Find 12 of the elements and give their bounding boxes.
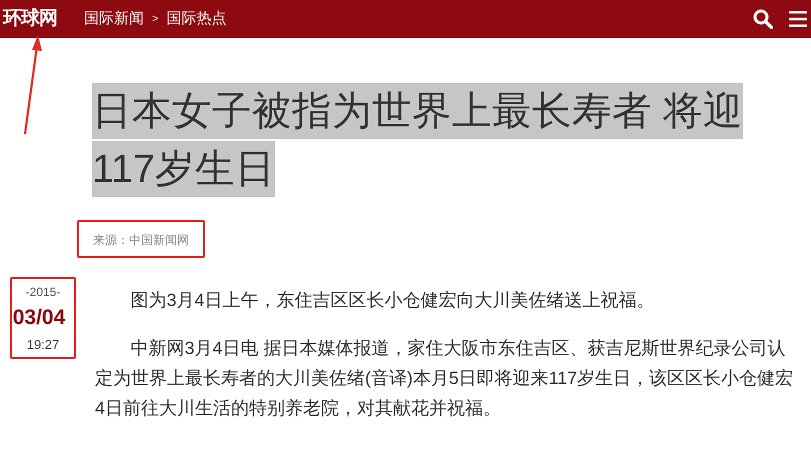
article-paragraph: 图为3月4日上午，东住吉区区长小仓健宏向大川美佐绪送上祝福。 <box>130 289 656 312</box>
date-day: 03/04 <box>4 301 74 335</box>
breadcrumb-link[interactable]: 国际新闻 <box>84 8 144 30</box>
menu-icon[interactable] <box>789 10 807 28</box>
article-paragraph: 中新网3月4日电 据日本媒体报道，家住大阪市东住吉区、获吉尼斯世界纪录公司认定为世界上最长寿者的大川美佐绪(音译)本月5日即将迎来117岁生日，该区区长小仓健宏4日前往大川生活的特别养老院，对其献花并祝福。 <box>95 337 794 420</box>
site-logo[interactable]: 环球网 <box>0 4 60 34</box>
breadcrumb-separator: > <box>152 12 158 27</box>
breadcrumb-link[interactable]: 国际热点 <box>166 8 226 30</box>
article-source: 来源：中国新闻网 <box>93 233 189 247</box>
search-icon[interactable] <box>753 9 773 29</box>
date-year: -2015- <box>24 284 62 301</box>
date-time: 19:27 <box>26 336 60 354</box>
